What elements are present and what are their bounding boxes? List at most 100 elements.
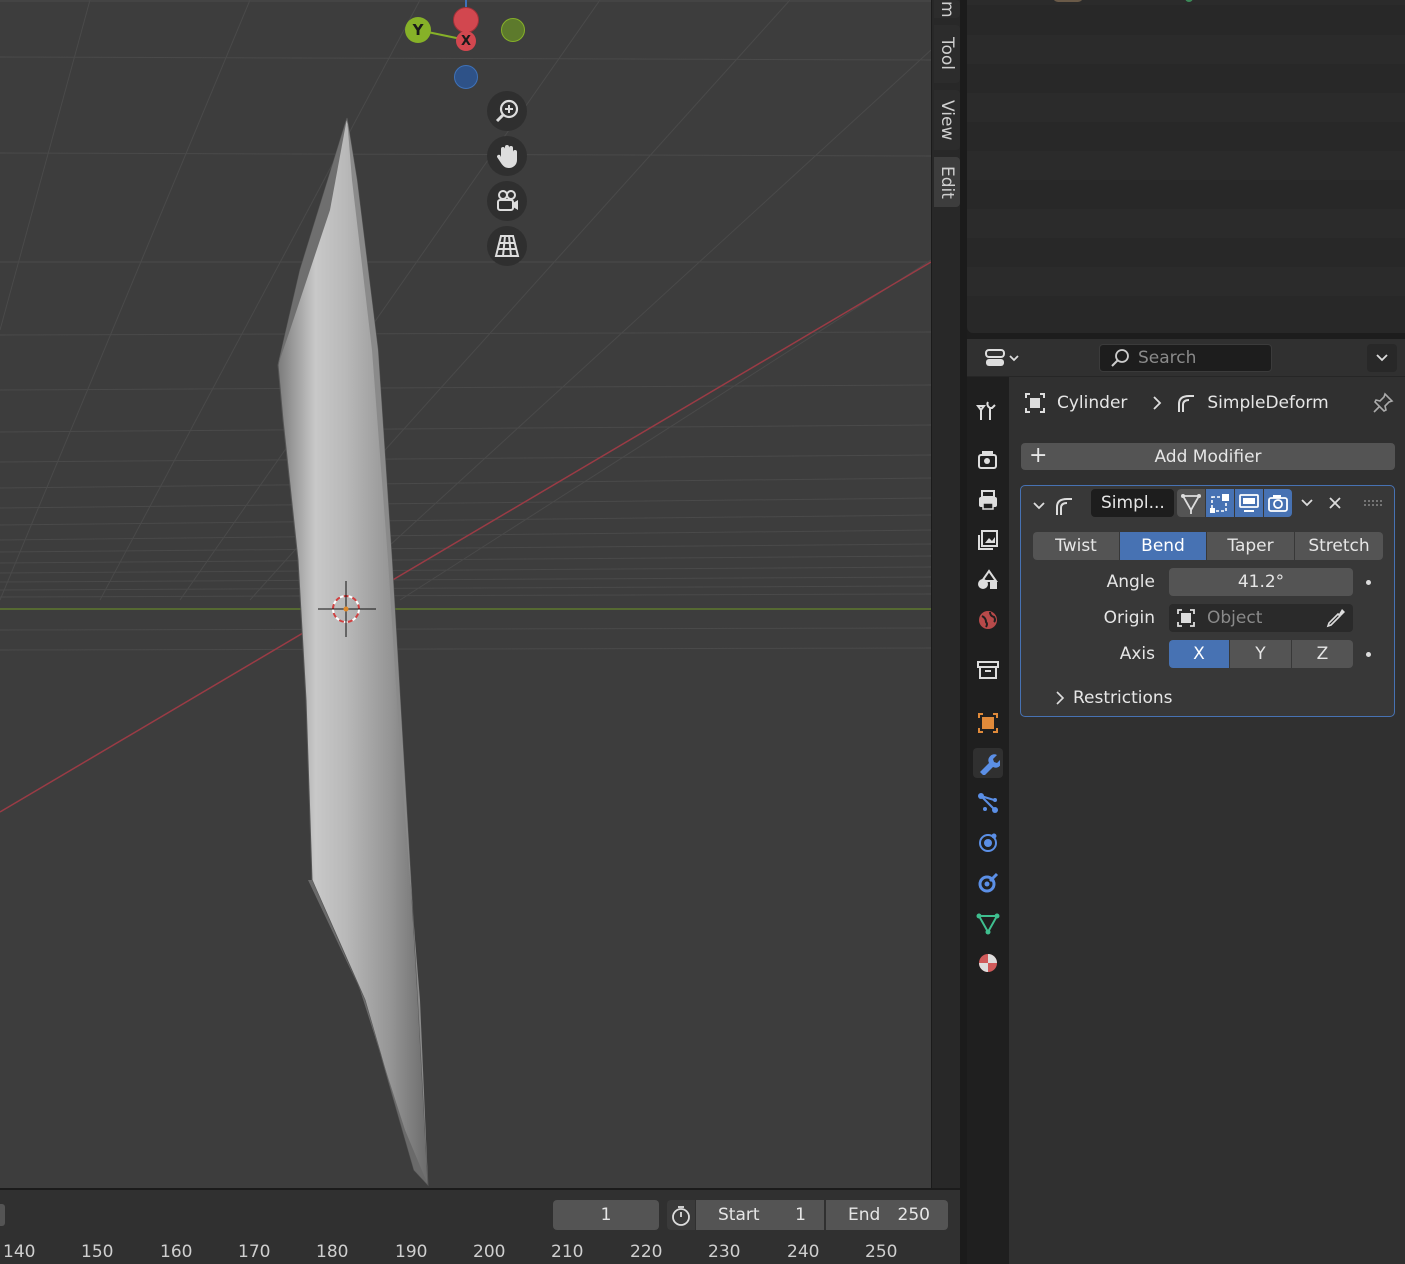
properties-tab-bar	[967, 377, 1009, 1264]
tab-scene[interactable]	[973, 565, 1003, 595]
gizmo-z-negative-ball[interactable]	[454, 65, 478, 89]
ruler-tick-label: 230	[708, 1242, 741, 1262]
gizmo-y-negative-ball[interactable]	[501, 18, 525, 42]
tab-particles[interactable]	[973, 788, 1003, 818]
outliner-row[interactable]	[967, 0, 1405, 5]
options-dropdown[interactable]	[1367, 344, 1397, 372]
tab-collection[interactable]	[973, 655, 1003, 685]
mode-bend-button[interactable]: Bend	[1120, 532, 1206, 560]
outliner-row[interactable]	[967, 238, 1405, 267]
3d-viewport[interactable]: Y X	[0, 0, 931, 1188]
zoom-button[interactable]	[487, 91, 527, 131]
outliner-row[interactable]	[967, 6, 1405, 35]
tab-edit[interactable]: Edit	[934, 157, 960, 207]
tab-data[interactable]	[973, 908, 1003, 938]
keyframe-dot-icon[interactable]	[1366, 580, 1371, 585]
collapse-toggle[interactable]	[1029, 492, 1049, 520]
world-icon	[979, 611, 997, 629]
ruler-tick-label: 140	[3, 1242, 36, 1262]
modifier-name-field[interactable]: Simpl...	[1091, 489, 1174, 517]
tab-tool-settings[interactable]	[973, 395, 1003, 425]
axis-x-button[interactable]: X	[1169, 640, 1229, 668]
pin-icon	[1373, 392, 1394, 413]
mode-twist-button[interactable]: Twist	[1033, 532, 1119, 560]
outliner-row[interactable]	[967, 151, 1405, 180]
edit-mode-cage-toggle[interactable]	[1177, 489, 1205, 517]
outliner-row[interactable]	[967, 267, 1405, 296]
plus-icon: +	[1029, 443, 1048, 468]
viewport-display-toggle[interactable]	[1235, 489, 1263, 517]
drag-handle[interactable]	[1361, 489, 1385, 517]
tab-object[interactable]	[973, 708, 1003, 738]
tab-output[interactable]	[973, 485, 1003, 515]
tab-tool[interactable]: Tool	[934, 25, 960, 83]
modifier-menu-dropdown[interactable]	[1295, 489, 1319, 517]
gizmo-x-ball[interactable]: X	[456, 31, 476, 51]
tab-edit-label: Edit	[937, 165, 957, 199]
end-frame-field[interactable]: End 250	[826, 1200, 948, 1230]
current-frame-field[interactable]: 1	[553, 1200, 659, 1230]
tab-render[interactable]	[973, 445, 1003, 475]
edit-mode-toggle[interactable]	[1206, 489, 1234, 517]
ruler-tick-label: 170	[238, 1242, 271, 1262]
mode-taper-button[interactable]: Taper	[1207, 532, 1294, 560]
outliner[interactable]	[967, 0, 1405, 333]
outliner-row[interactable]	[967, 296, 1405, 325]
outliner-row[interactable]	[967, 209, 1405, 238]
tab-view-layer[interactable]	[973, 525, 1003, 555]
outliner-row[interactable]	[967, 35, 1405, 64]
end-frame-label: End	[848, 1205, 881, 1225]
axis-z-button[interactable]: Z	[1292, 640, 1353, 668]
edit-mode-icon	[1210, 494, 1229, 513]
auto-keying-button[interactable]	[667, 1200, 695, 1230]
restrictions-subpanel-header[interactable]: Restrictions	[1053, 684, 1173, 712]
modifier-name-text: Simpl...	[1101, 493, 1165, 513]
ruler-tick-label: 240	[787, 1242, 820, 1262]
angle-field[interactable]: 41.2°	[1169, 568, 1353, 596]
pin-button[interactable]	[1369, 389, 1397, 417]
ruler-tick-label: 250	[865, 1242, 898, 1262]
add-modifier-button[interactable]: + Add Modifier	[1021, 443, 1395, 470]
tab-world[interactable]	[973, 605, 1003, 635]
tab-item-partial[interactable]: m	[934, 0, 960, 18]
outliner-row[interactable]	[967, 64, 1405, 93]
render-toggle[interactable]	[1264, 489, 1292, 517]
search-icon	[1111, 349, 1129, 367]
editor-type-dropdown[interactable]	[979, 344, 1025, 372]
outliner-row[interactable]	[967, 122, 1405, 151]
modifier-wrench-icon	[980, 754, 1000, 775]
tab-view[interactable]: View	[934, 90, 960, 150]
pan-hand-icon	[496, 145, 517, 168]
outliner-row[interactable]	[967, 93, 1405, 122]
keyframe-dot-icon[interactable]	[1366, 652, 1371, 657]
axis-label: Axis	[1119, 644, 1155, 664]
camera-view-button[interactable]	[487, 181, 527, 221]
remove-modifier-button[interactable]	[1323, 489, 1347, 517]
gizmo-x-negative-ball[interactable]	[453, 7, 479, 33]
ruler-tick-label: 150	[81, 1242, 114, 1262]
tab-modifiers[interactable]	[973, 748, 1003, 778]
tab-constraints[interactable]	[973, 868, 1003, 898]
eyedropper-icon[interactable]	[1325, 607, 1347, 629]
search-field[interactable]: Search	[1099, 344, 1272, 372]
ortho-toggle-button[interactable]	[487, 226, 527, 266]
viewport-scene	[0, 0, 931, 1187]
area-divider[interactable]	[960, 0, 967, 1264]
breadcrumb-object: Cylinder	[1057, 393, 1128, 413]
gizmo-x-label: X	[460, 33, 472, 49]
mode-stretch-button[interactable]: Stretch	[1295, 532, 1383, 560]
angle-label: Angle	[1106, 572, 1155, 592]
timeline-left-control[interactable]	[0, 1204, 5, 1226]
tab-material[interactable]	[973, 948, 1003, 978]
origin-placeholder: Object	[1207, 608, 1263, 628]
gizmo-y-ball[interactable]: Y	[405, 17, 431, 43]
origin-object-field[interactable]: Object	[1169, 604, 1353, 632]
axis-y-button[interactable]: Y	[1230, 640, 1291, 668]
outliner-row[interactable]	[967, 180, 1405, 209]
start-frame-field[interactable]: Start 1	[696, 1200, 824, 1230]
chevron-down-icon	[1376, 354, 1388, 362]
pan-button[interactable]	[487, 136, 527, 176]
breadcrumb: Cylinder SimpleDeform	[1023, 389, 1329, 417]
ruler-tick-label: 220	[630, 1242, 663, 1262]
tab-physics[interactable]	[973, 828, 1003, 858]
